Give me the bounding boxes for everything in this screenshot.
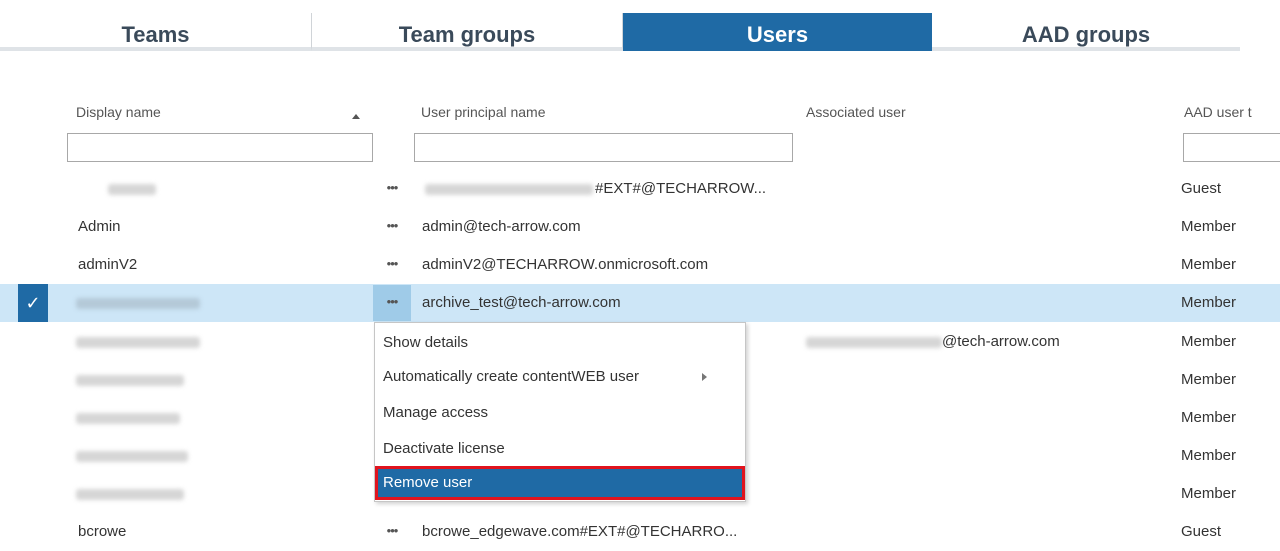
table-row[interactable]: Admin ••• admin@tech-arrow.com Member [0, 208, 1280, 246]
submenu-arrow-icon [702, 373, 707, 381]
upn-cell: admin@tech-arrow.com [422, 218, 581, 235]
tab-aad-groups[interactable]: AAD groups [932, 13, 1240, 51]
more-actions-icon[interactable]: ••• [373, 285, 411, 321]
display-name-cell: bcrowe [78, 523, 127, 540]
sort-ascending-icon[interactable] [352, 114, 360, 119]
redacted-associated-prefix [806, 337, 942, 348]
tab-bar: Teams Team groups Users AAD groups [0, 13, 1240, 51]
upn-cell: adminV2@TECHARROW.onmicrosoft.com [422, 256, 709, 273]
associated-user-cell: @tech-arrow.com [942, 333, 1060, 350]
upn-cell: #EXT#@TECHARROW... [595, 180, 767, 197]
redacted-upn-prefix [425, 184, 593, 195]
aad-type-cell: Member [1181, 333, 1237, 350]
aad-type-cell: Member [1181, 294, 1237, 311]
more-actions-icon[interactable]: ••• [373, 514, 411, 550]
menu-item-auto-create-contentweb-user[interactable]: Automatically create contentWEB user [375, 360, 745, 394]
aad-type-cell: Member [1181, 409, 1237, 426]
menu-item-deactivate-license[interactable]: Deactivate license [375, 432, 745, 466]
menu-item-show-details[interactable]: Show details [375, 326, 745, 360]
column-header-associated-user[interactable]: Associated user [806, 104, 906, 120]
row-checkbox-checked-icon[interactable]: ✓ [18, 284, 48, 322]
display-name-cell: adminV2 [78, 256, 138, 273]
redacted-display-name [76, 413, 180, 424]
menu-item-remove-user[interactable]: Remove user [375, 466, 745, 500]
column-header-display-name[interactable]: Display name [76, 104, 161, 120]
aad-type-cell: Member [1181, 256, 1237, 273]
aad-type-cell: Member [1181, 485, 1237, 502]
table-row[interactable]: bcrowe ••• bcrowe_edgewave.com#EXT#@TECH… [0, 513, 1280, 551]
more-actions-icon[interactable]: ••• [373, 209, 411, 245]
display-name-filter-input[interactable] [67, 133, 373, 162]
table-row-selected[interactable]: ✓ ••• archive_test@tech-arrow.com Member [0, 284, 1280, 322]
upn-cell: bcrowe_edgewave.com#EXT#@TECHARRO... [422, 523, 738, 540]
display-name-cell: Admin [78, 218, 121, 235]
redacted-display-name [108, 184, 156, 195]
aad-type-cell: Member [1181, 447, 1237, 464]
tab-teams[interactable]: Teams [0, 13, 312, 51]
aad-type-cell: Guest [1181, 180, 1222, 197]
aad-type-cell: Member [1181, 371, 1237, 388]
redacted-display-name [76, 337, 200, 348]
tab-team-groups[interactable]: Team groups [312, 13, 623, 51]
redacted-display-name [76, 451, 188, 462]
more-actions-icon[interactable]: ••• [373, 171, 411, 207]
upn-cell: archive_test@tech-arrow.com [422, 294, 621, 311]
column-header-user-principal-name[interactable]: User principal name [421, 104, 546, 120]
aad-type-filter-input[interactable] [1183, 133, 1280, 162]
aad-type-cell: Guest [1181, 523, 1222, 540]
redacted-display-name [76, 375, 184, 386]
menu-item-manage-access[interactable]: Manage access [375, 396, 745, 430]
table-row[interactable]: ••• #EXT#@TECHARROW... Guest [0, 170, 1280, 208]
aad-type-cell: Member [1181, 218, 1237, 235]
tab-users[interactable]: Users [623, 13, 932, 51]
menu-item-label: Automatically create contentWEB user [383, 368, 639, 385]
row-context-menu: Show details Automatically create conten… [374, 322, 746, 502]
upn-filter-input[interactable] [414, 133, 793, 162]
table-row[interactable]: adminV2 ••• adminV2@TECHARROW.onmicrosof… [0, 246, 1280, 284]
more-actions-icon[interactable]: ••• [373, 247, 411, 283]
redacted-display-name [76, 298, 200, 309]
redacted-display-name [76, 489, 184, 500]
column-header-aad-user-type[interactable]: AAD user t [1184, 104, 1252, 120]
